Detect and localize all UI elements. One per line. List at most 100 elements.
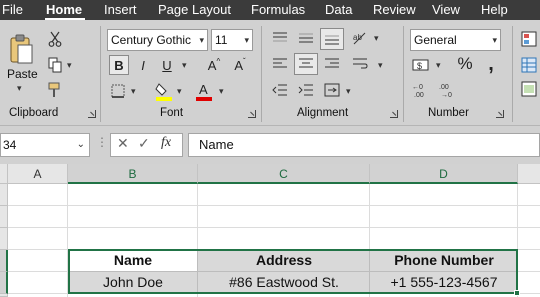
- bold-button[interactable]: B: [109, 55, 129, 75]
- copy-dropdown-icon[interactable]: ▾: [67, 60, 72, 71]
- row-header[interactable]: [0, 272, 8, 294]
- align-center-button[interactable]: [294, 53, 318, 75]
- indent-icon: [298, 84, 313, 96]
- grid-line: [8, 205, 540, 206]
- borders-icon: [111, 84, 125, 98]
- decrease-font-size-button[interactable]: Aˇ: [231, 55, 249, 75]
- name-box[interactable]: 34 ⌄: [0, 133, 90, 157]
- decrease-decimal-button[interactable]: .00 →0: [438, 80, 460, 100]
- cancel-icon[interactable]: ✕: [117, 135, 129, 152]
- tab-page-layout[interactable]: Page Layout: [158, 0, 231, 20]
- wrap-text-button[interactable]: [350, 54, 370, 74]
- column-header-d[interactable]: D: [370, 164, 518, 184]
- shrink-font-label: A: [234, 57, 243, 73]
- font-launcher-icon[interactable]: [248, 110, 256, 118]
- svg-text:A: A: [199, 82, 208, 97]
- text-angle-icon: ab: [353, 32, 366, 45]
- tab-file[interactable]: File: [2, 0, 23, 20]
- align-top-button[interactable]: [270, 28, 290, 48]
- font-color-dropdown-icon[interactable]: ▾: [219, 86, 224, 97]
- cut-button[interactable]: [46, 30, 64, 48]
- decrease-indent-button[interactable]: [270, 80, 290, 100]
- insert-function-icon[interactable]: fx: [161, 135, 171, 151]
- formula-input[interactable]: Name: [188, 133, 540, 157]
- orientation-dropdown-icon[interactable]: ▾: [374, 33, 379, 44]
- font-size-select[interactable]: 11 ▾: [211, 29, 253, 51]
- paste-dropdown-icon[interactable]: ▾: [17, 83, 22, 94]
- comma-style-button[interactable]: ,: [482, 53, 500, 75]
- column-header-c[interactable]: C: [198, 164, 370, 184]
- svg-text:→0: →0: [441, 92, 452, 98]
- tab-help[interactable]: Help: [481, 0, 508, 20]
- clipboard-launcher-icon[interactable]: [88, 110, 96, 118]
- more-icon[interactable]: ⋮: [96, 135, 108, 149]
- accounting-format-button[interactable]: $: [411, 55, 431, 75]
- format-as-table-button[interactable]: [520, 56, 538, 74]
- cell-styles-button[interactable]: [520, 80, 538, 98]
- borders-dropdown-icon[interactable]: ▾: [131, 86, 136, 97]
- fill-color-dropdown-icon[interactable]: ▾: [177, 86, 182, 97]
- chevron-down-icon[interactable]: ⌄: [77, 134, 85, 156]
- column-header-e[interactable]: [518, 164, 540, 184]
- wrap-dropdown-icon[interactable]: ▾: [378, 60, 383, 71]
- number-format-value: General: [414, 33, 457, 47]
- font-color-button[interactable]: A: [194, 80, 214, 102]
- format-painter-button[interactable]: [46, 80, 66, 100]
- outdent-icon: [272, 84, 287, 96]
- row-header[interactable]: [0, 184, 8, 206]
- align-top-icon: [273, 32, 287, 42]
- paste-label[interactable]: Paste: [7, 67, 38, 81]
- underline-dropdown-icon[interactable]: ▾: [182, 60, 187, 71]
- font-name-select[interactable]: Century Gothic ▾: [107, 29, 208, 51]
- tab-review[interactable]: Review: [373, 0, 416, 20]
- tab-formulas[interactable]: Formulas: [251, 0, 305, 20]
- borders-button[interactable]: [109, 82, 127, 100]
- font-size-value: 11: [215, 33, 228, 47]
- check-icon[interactable]: ✓: [138, 135, 150, 152]
- increase-indent-button[interactable]: [296, 80, 316, 100]
- number-format-select[interactable]: General ▾: [410, 29, 501, 51]
- grow-font-label: A: [207, 57, 217, 73]
- align-bottom-button[interactable]: [320, 28, 344, 50]
- paste-button[interactable]: [6, 32, 36, 66]
- copy-button[interactable]: [46, 56, 64, 74]
- row-header[interactable]: [0, 228, 8, 250]
- increase-decimal-button[interactable]: ←0.00: [411, 80, 433, 100]
- tab-home[interactable]: Home: [46, 0, 82, 20]
- fill-color-button[interactable]: [154, 80, 174, 102]
- increase-font-size-button[interactable]: A ^: [205, 55, 223, 75]
- svg-text:ab: ab: [353, 33, 362, 42]
- number-launcher-icon[interactable]: [496, 110, 504, 118]
- italic-button[interactable]: I: [134, 55, 152, 75]
- align-left-button[interactable]: [270, 54, 290, 74]
- svg-text:$: $: [417, 61, 422, 71]
- money-icon: $: [412, 59, 429, 71]
- align-right-button[interactable]: [322, 54, 342, 74]
- fill-handle[interactable]: [514, 290, 520, 296]
- tab-data[interactable]: Data: [325, 0, 352, 20]
- increase-decimal-icon: ←0.00: [412, 84, 424, 98]
- alignment-launcher-icon[interactable]: [390, 110, 398, 118]
- merge-center-button[interactable]: [322, 80, 342, 100]
- column-header-a[interactable]: A: [8, 164, 68, 184]
- merge-dropdown-icon[interactable]: ▾: [346, 86, 351, 97]
- cell-styles-icon: [521, 81, 537, 97]
- row-header[interactable]: [0, 206, 8, 228]
- column-header-b[interactable]: B: [68, 164, 198, 184]
- conditional-formatting-icon: [521, 31, 537, 47]
- orientation-button[interactable]: ab: [350, 28, 370, 48]
- row-header[interactable]: [0, 250, 8, 272]
- accounting-dropdown-icon[interactable]: ▾: [436, 60, 441, 71]
- align-middle-button[interactable]: [296, 28, 316, 48]
- tab-view[interactable]: View: [432, 0, 460, 20]
- clipboard-icon: [10, 34, 33, 64]
- scissors-icon: [48, 31, 62, 47]
- select-all-corner[interactable]: [0, 164, 8, 184]
- name-box-value: 34: [3, 138, 17, 152]
- underline-button[interactable]: U: [158, 55, 176, 75]
- group-divider: [403, 26, 404, 122]
- tab-insert[interactable]: Insert: [104, 0, 137, 20]
- conditional-formatting-button[interactable]: [520, 30, 538, 48]
- percent-style-button[interactable]: %: [454, 53, 476, 75]
- worksheet[interactable]: A B C D Name Address Phone Number John D…: [0, 164, 540, 297]
